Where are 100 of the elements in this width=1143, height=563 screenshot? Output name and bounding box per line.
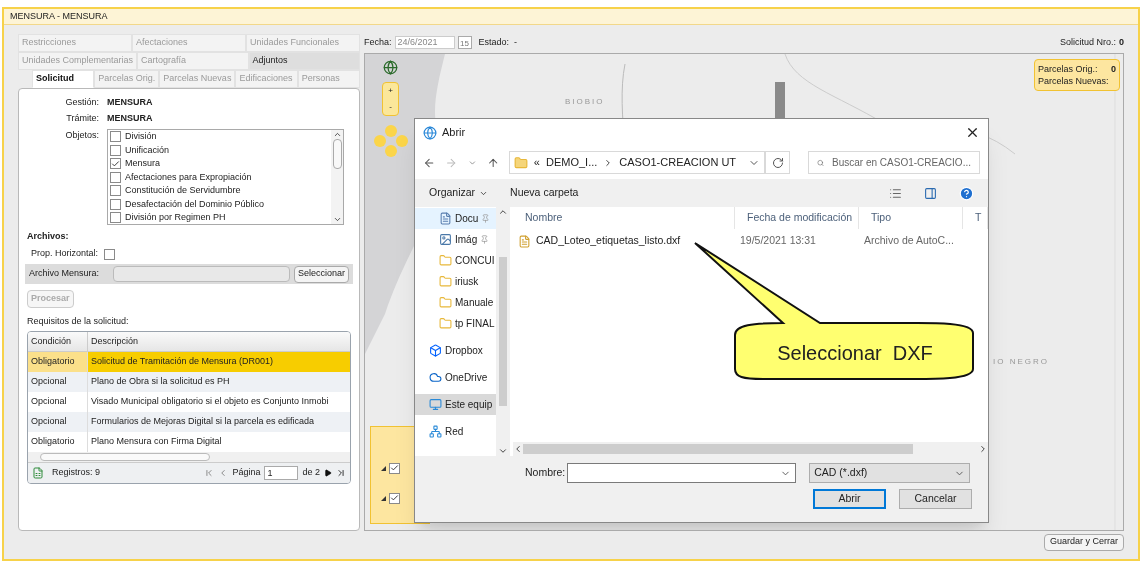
nav-label: OneDrive xyxy=(445,371,488,385)
scroll-up-icon[interactable] xyxy=(498,207,509,217)
horizontal-scrollbar[interactable] xyxy=(28,452,350,462)
nav-item[interactable]: tp FINAL xyxy=(415,313,497,334)
next-page-icon[interactable] xyxy=(324,469,332,477)
breadcrumb-prefix: « xyxy=(533,155,540,171)
file-type: Archivo de AutoC... xyxy=(863,233,955,249)
nav-item[interactable]: CONCUI xyxy=(415,250,497,271)
nav-item[interactable]: Red xyxy=(415,421,497,442)
globe-icon[interactable] xyxy=(383,60,398,75)
file-path-field[interactable] xyxy=(113,266,290,282)
view-options-icon[interactable] xyxy=(889,186,902,200)
layer-checkbox[interactable] xyxy=(389,492,400,504)
refresh-button[interactable] xyxy=(765,151,790,174)
table-cell-text: Plano Mensura con Firma Digital xyxy=(90,435,223,449)
close-icon[interactable] xyxy=(965,125,980,140)
object-label: Mensura xyxy=(125,157,160,170)
first-page-icon[interactable] xyxy=(204,468,215,478)
nav-item[interactable]: iriusk xyxy=(415,271,497,292)
map-label: BIOBIO xyxy=(565,96,605,108)
column-header[interactable]: Fecha de modificación xyxy=(735,207,859,229)
field-label: Objetos: xyxy=(64,129,100,142)
object-label: Constitución de Servidumbre xyxy=(125,184,241,197)
nav-label: CONCUI xyxy=(455,254,495,268)
file-type-select[interactable]: CAD (*.dxf) xyxy=(809,463,971,483)
browser-icon xyxy=(423,125,437,140)
folder-icon xyxy=(439,275,452,288)
nav-label: Docu xyxy=(455,212,479,226)
date-field[interactable]: 24/6/2021 xyxy=(394,36,455,49)
nav-item[interactable]: Imág xyxy=(415,229,497,250)
nav-item[interactable]: Este equip xyxy=(415,394,497,415)
nav-label: Este equip xyxy=(445,398,493,412)
file-name[interactable]: CAD_Loteo_etiquetas_listo.dxf xyxy=(536,233,681,249)
checkbox[interactable] xyxy=(110,158,121,170)
record-count: Registros: 9 xyxy=(52,466,101,480)
checkbox[interactable] xyxy=(104,248,116,260)
layer-checkbox[interactable] xyxy=(389,462,400,474)
checkbox[interactable] xyxy=(110,171,121,183)
horizontal-scrollbar[interactable] xyxy=(513,442,988,456)
column-header[interactable]: Descripción xyxy=(88,332,350,351)
spreadsheet-icon[interactable] xyxy=(32,467,44,479)
expand-icon[interactable] xyxy=(381,465,386,471)
preview-pane-icon[interactable] xyxy=(924,186,937,200)
table-cell-text: Solicitud de Tramitación de Mensura (DR001) xyxy=(90,355,275,369)
callout-text: Seleccionar DXF xyxy=(776,341,934,366)
scrollbar[interactable] xyxy=(331,130,343,224)
column-header[interactable]: T xyxy=(963,207,988,229)
file-date: 19/5/2021 13:31 xyxy=(739,233,817,249)
calendar-button[interactable]: 15 xyxy=(457,36,472,49)
cad-file-icon xyxy=(518,234,531,248)
map-label: IO NEGRO xyxy=(993,356,1049,368)
checkbox[interactable] xyxy=(110,144,121,156)
checkbox[interactable] xyxy=(110,198,121,210)
column-header[interactable]: Condición xyxy=(28,332,88,351)
checkbox[interactable] xyxy=(110,212,121,224)
scroll-down-icon[interactable] xyxy=(332,215,342,224)
column-header[interactable]: Nombre xyxy=(513,207,735,229)
nav-item[interactable]: OneDrive xyxy=(415,367,497,388)
address-bar[interactable]: « DEMO_I... CASO1-CREACION UT xyxy=(508,151,766,174)
new-folder-button[interactable]: Nueva carpeta xyxy=(510,185,579,201)
scroll-left-icon[interactable] xyxy=(513,444,523,454)
save-close-button[interactable]: Guardar y Cerrar xyxy=(1043,533,1124,551)
folder-icon xyxy=(439,296,452,309)
organize-button[interactable]: Organizar xyxy=(429,185,489,201)
nav-item[interactable]: Manuale xyxy=(415,292,497,313)
select-button[interactable]: Seleccionar xyxy=(293,265,349,283)
scroll-up-icon[interactable] xyxy=(332,130,342,139)
checkbox[interactable] xyxy=(110,185,121,197)
breadcrumb-item[interactable]: CASO1-CREACION UT xyxy=(619,154,737,171)
scroll-down-icon[interactable] xyxy=(498,446,509,456)
nav-label: Red xyxy=(445,425,464,439)
scroll-right-icon[interactable] xyxy=(978,444,988,454)
page-label: Página xyxy=(232,466,261,480)
column-header[interactable]: Tipo xyxy=(859,207,963,229)
last-page-icon[interactable] xyxy=(336,468,346,478)
request-number-label: Solicitud Nro.: xyxy=(1059,35,1116,49)
monitor-icon xyxy=(429,398,442,411)
nav-label: Manuale xyxy=(455,296,494,310)
cancel-button[interactable]: Cancelar xyxy=(899,489,972,509)
refresh-icon xyxy=(771,156,784,169)
box-icon xyxy=(429,344,442,357)
tab[interactable]: Solicitud xyxy=(32,70,95,88)
nav-item[interactable]: Docu xyxy=(415,208,497,229)
search-field[interactable]: Buscar en CASO1-CREACIO... xyxy=(808,151,980,174)
zoom-in-button[interactable]: + xyxy=(388,86,393,96)
window-title: MENSURA - MENSURA xyxy=(4,9,1138,25)
page-field[interactable]: 1 xyxy=(264,466,299,480)
expand-icon[interactable] xyxy=(381,495,386,501)
help-icon[interactable] xyxy=(959,185,974,201)
open-button[interactable]: Abrir xyxy=(813,489,886,509)
table-cell-text: Formularios de Mejoras Digital si la parcela es edificada xyxy=(90,415,316,429)
tab[interactable]: Adjuntos xyxy=(248,52,360,70)
checkbox[interactable] xyxy=(110,131,121,143)
filename-field[interactable] xyxy=(567,463,797,483)
nav-item[interactable]: Dropbox xyxy=(415,340,497,361)
breadcrumb-item[interactable]: DEMO_I... xyxy=(545,154,598,171)
folder-icon xyxy=(513,155,528,170)
object-label: Desafectación del Dominio Público xyxy=(125,197,265,211)
scroll-thumb[interactable] xyxy=(332,139,342,169)
folder-icon xyxy=(439,317,452,330)
